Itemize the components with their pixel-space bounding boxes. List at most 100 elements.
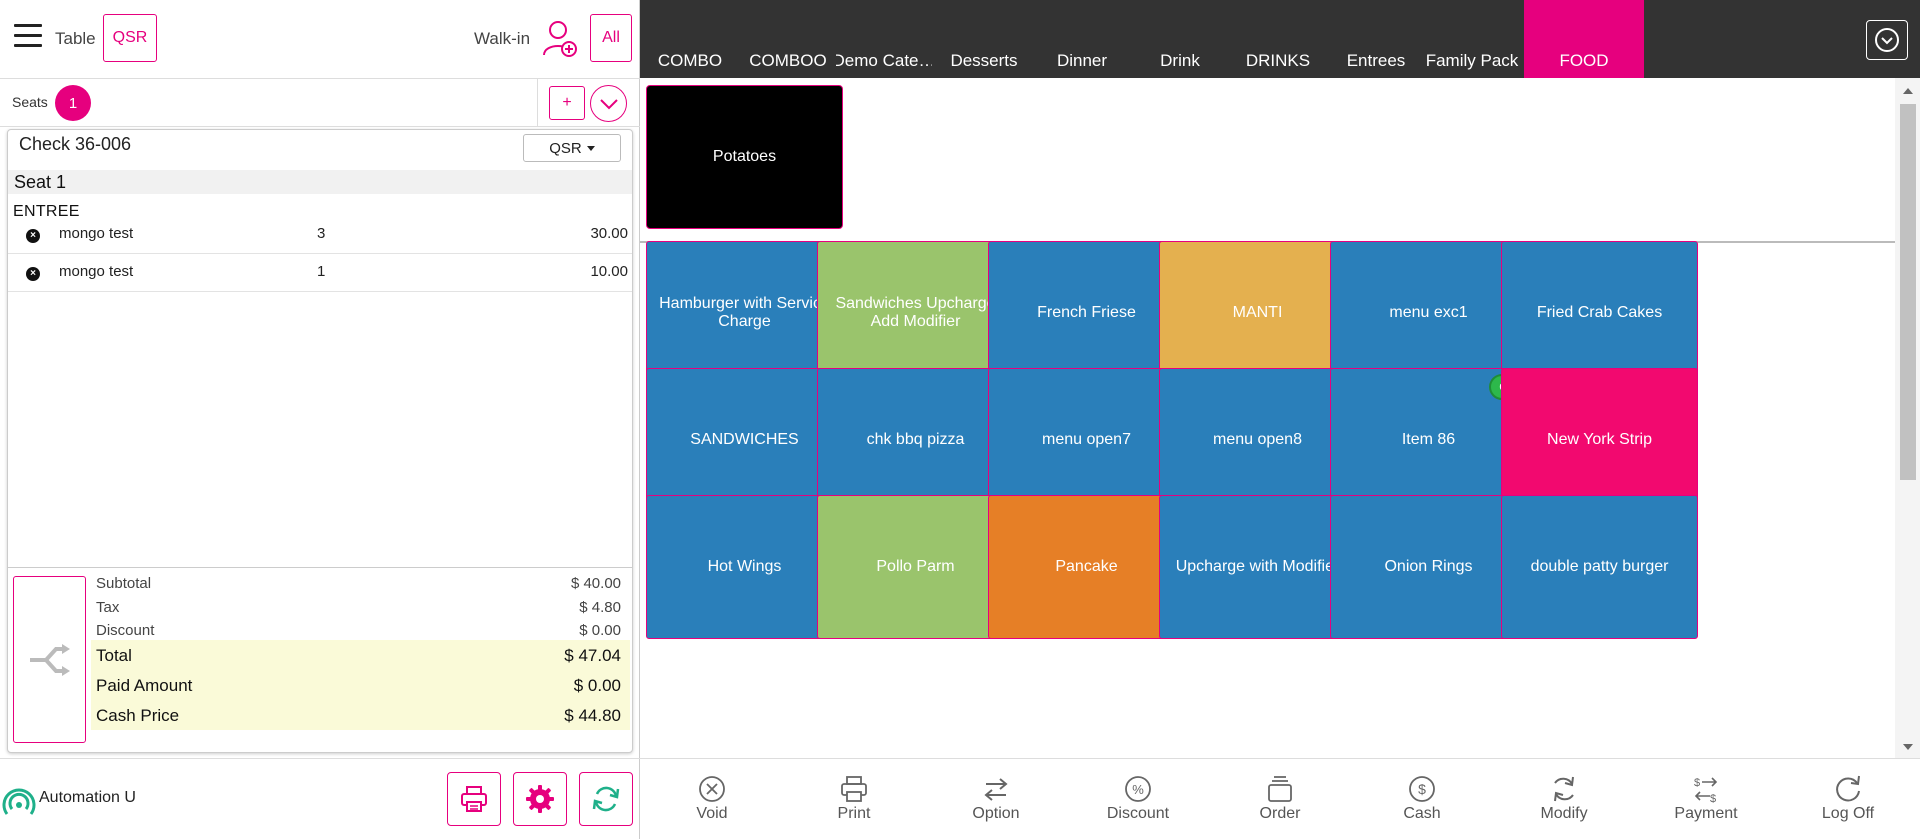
kitchen-print-button[interactable] [447, 772, 501, 826]
split-icon [29, 643, 70, 676]
connection-icon [2, 788, 36, 815]
action-label: Modify [1540, 805, 1588, 822]
menu-item-tile[interactable]: Pancake [988, 495, 1185, 639]
qsr-button[interactable]: QSR [103, 14, 157, 62]
menu-item-tile[interactable]: chk bbq pizza [817, 368, 1014, 512]
category-tab[interactable]: COMBO [642, 0, 738, 78]
menu-item-tile[interactable]: Sandwiches Upcharge Add Modifier [817, 241, 1014, 385]
settings-button[interactable] [513, 772, 567, 826]
menu-item-label: Pancake [1055, 558, 1118, 575]
seat-header[interactable]: Seat 1 [8, 170, 632, 194]
menu-item-tile[interactable]: MANTI [1159, 241, 1356, 385]
category-tab[interactable]: DRINKS [1230, 0, 1326, 78]
pos-app: Table QSR Walk-in All Seats 1 + Check 36… [0, 0, 1920, 839]
menu-item-label: MANTI [1232, 304, 1283, 321]
split-check-button[interactable] [13, 576, 86, 743]
action-label: Cash [1403, 805, 1441, 822]
category-tab[interactable]: Desserts [936, 0, 1032, 78]
totals-section: Subtotal $ 40.00 Tax $ 4.80 Discount $ 0… [8, 567, 632, 752]
log-off-button[interactable]: Log Off [1777, 759, 1919, 839]
action-label: Option [972, 805, 1020, 822]
subcategory-tile[interactable]: Potatoes [646, 85, 843, 229]
menu-item-label: SANDWICHES [690, 431, 799, 448]
item-price: 10.00 [590, 263, 628, 280]
action-label: Void [696, 805, 728, 822]
category-tab[interactable]: Dinner [1034, 0, 1130, 78]
menu-item-tile[interactable]: Upcharge with Modifier [1159, 495, 1356, 639]
menu-item-label: chk bbq pizza [866, 431, 965, 448]
cash-price-value: $ 44.80 [564, 706, 621, 725]
scroll-down-icon[interactable] [1903, 744, 1913, 750]
category-tab[interactable]: Drink [1132, 0, 1228, 78]
action-label: Print [837, 805, 871, 822]
menu-item-label: Item 86 [1401, 431, 1456, 448]
cash-icon: $ [1409, 776, 1435, 802]
cash-button[interactable]: $ Cash [1351, 759, 1493, 839]
scroll-thumb[interactable] [1900, 104, 1916, 480]
menu-item-tile[interactable]: French Friese [988, 241, 1185, 385]
sync-button[interactable] [579, 772, 633, 826]
category-tab[interactable]: Entrees [1328, 0, 1424, 78]
menu-item-tile[interactable]: Hot Wings [646, 495, 843, 639]
menu-item-label: Onion Rings [1384, 558, 1473, 575]
menu-item-tile[interactable]: menu open7 [988, 368, 1185, 512]
svg-text:$: $ [1694, 777, 1700, 789]
check-type-dropdown[interactable]: QSR [523, 134, 621, 162]
menu-item-tile[interactable]: menu exc1 [1330, 241, 1527, 385]
remove-item-icon[interactable]: × [26, 229, 40, 243]
menu-item-tile[interactable]: Pollo Parm [817, 495, 1014, 639]
order-icon [1268, 776, 1292, 802]
menu-item-tile[interactable]: SANDWICHES [646, 368, 843, 512]
order-button[interactable]: Order [1209, 759, 1351, 839]
add-customer-icon[interactable] [541, 19, 579, 59]
menu-item-tile[interactable]: Onion Rings [1330, 495, 1527, 639]
discount-button[interactable]: % Discount [1067, 759, 1209, 839]
menu-item-tile[interactable]: Hamburger with Service Charge [646, 241, 843, 385]
add-seat-button[interactable]: + [549, 86, 585, 120]
remove-item-icon[interactable]: × [26, 267, 40, 281]
cash-price-row: Cash Price $ 44.80 [91, 700, 630, 730]
menu-item-label: Upcharge with Modifier [1175, 558, 1340, 575]
modify-button[interactable]: Modify [1493, 759, 1635, 839]
menu-item-tile[interactable]: menu open8 [1159, 368, 1356, 512]
order-item-row[interactable]: × mongo test 1 10.00 [8, 254, 632, 292]
order-topbar: Table QSR Walk-in All [0, 0, 640, 79]
order-panel: Table QSR Walk-in All Seats 1 + Check 36… [0, 0, 640, 839]
paid-label: Paid Amount [96, 676, 193, 695]
print-button[interactable]: Print [783, 759, 925, 839]
option-button[interactable]: Option [925, 759, 1067, 839]
payment-button[interactable]: $ $ Payment [1635, 759, 1777, 839]
menu-item-label: Hamburger with Service Charge [659, 295, 830, 330]
option-icon [984, 778, 1008, 801]
menu-item-tile[interactable]: double patty burger [1501, 495, 1698, 639]
seat-count-badge[interactable]: 1 [55, 85, 91, 121]
menu-content: Potatoes __MENU ITEMS OF 'FOOD'__ Hambur… [640, 78, 1895, 758]
total-row: Total $ 47.04 [91, 640, 630, 670]
category-tab[interactable]: COMBOO [740, 0, 836, 78]
total-value: $ 47.04 [564, 646, 621, 665]
subtotal-value: $ 40.00 [570, 575, 621, 592]
all-button[interactable]: All [590, 14, 632, 62]
menu-item-label: Sandwiches Upcharge Add Modifier [835, 295, 996, 330]
category-tab[interactable]: Demo Cate… [836, 0, 932, 78]
menu-item-tile[interactable]: Item 860 [1330, 368, 1527, 512]
menu-icon[interactable] [14, 24, 42, 50]
category-tab[interactable]: Family Pack [1424, 0, 1520, 78]
seats-label: Seats [12, 94, 48, 110]
scrollbar[interactable] [1895, 78, 1920, 758]
void-button[interactable]: Void [641, 759, 783, 839]
menu-item-label: French Friese [1037, 304, 1136, 321]
void-icon [699, 776, 725, 802]
print-icon [841, 776, 867, 802]
category-tab[interactable]: FOOD [1524, 0, 1644, 78]
menu-item-tile[interactable]: Fried Crab Cakes [1501, 241, 1698, 385]
menu-item-label: Hot Wings [707, 558, 782, 575]
subtotal-label: Subtotal [96, 575, 152, 592]
order-item-row[interactable]: × mongo test 3 30.00 [8, 216, 632, 254]
menu-item-tile[interactable]: New York Strip [1501, 368, 1698, 512]
category-menu-button[interactable] [1866, 20, 1908, 60]
chevron-down-icon[interactable] [590, 85, 627, 122]
scroll-up-icon[interactable] [1903, 88, 1913, 94]
payment-icon: $$ [1694, 777, 1718, 804]
divider [537, 79, 538, 127]
